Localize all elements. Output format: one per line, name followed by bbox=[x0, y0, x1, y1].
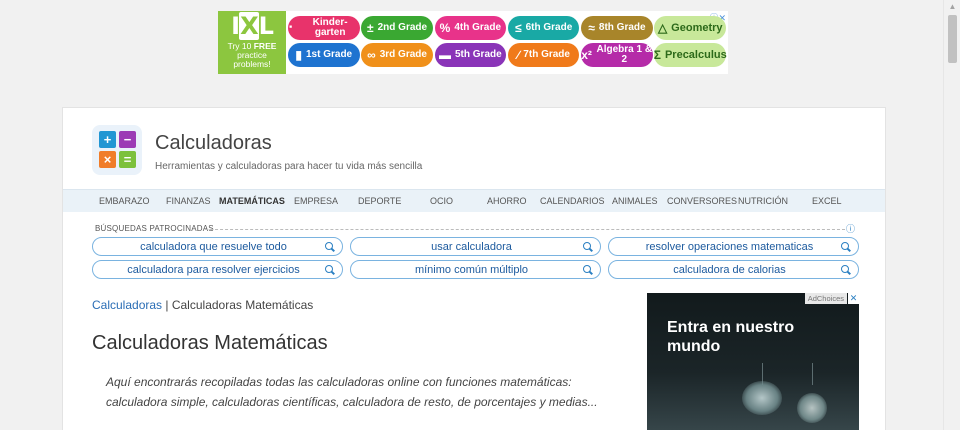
sponsored-search-pill[interactable]: resolver operaciones matematicas bbox=[608, 237, 859, 256]
search-icon bbox=[325, 262, 335, 276]
grade-label: 7th Grade bbox=[523, 49, 570, 60]
ixl-tagline: Try 10 FREE practice problems! bbox=[227, 41, 277, 69]
nav-item-2[interactable]: FINANZAS bbox=[166, 190, 211, 212]
nav-item-11[interactable]: NUTRICIÓN bbox=[738, 190, 788, 212]
nav-item-5[interactable]: DEPORTE bbox=[358, 190, 401, 212]
grade-icon: △ bbox=[657, 21, 668, 35]
breadcrumb-root-link[interactable]: Calculadoras bbox=[92, 298, 162, 312]
grade-label: 2nd Grade bbox=[377, 22, 428, 33]
grade-button[interactable]: Σ Precalculus bbox=[653, 43, 727, 67]
search-pill-label: mínimo común múltiplo bbox=[414, 263, 529, 276]
main-nav: EMBARAZO FINANZAS MATEMÁTICAS EMPRESA DEPORT… bbox=[63, 189, 885, 212]
ixl-logo: IXL bbox=[231, 12, 274, 40]
breadcrumb: Calculadoras | Calculadoras Matemáticas bbox=[92, 298, 313, 312]
search-icon bbox=[841, 262, 851, 276]
sponsored-divider bbox=[205, 229, 845, 230]
grade-button[interactable]: ≈8th Grade bbox=[581, 16, 653, 40]
logo-tile-4: = bbox=[119, 151, 136, 168]
grade-icon: ± bbox=[367, 21, 374, 35]
sponsored-searches-label: BÚSQUEDAS PATROCINADAS bbox=[95, 224, 214, 233]
nav-item-8[interactable]: CALENDARIOS bbox=[540, 190, 605, 212]
breadcrumb-current: Calculadoras Matemáticas bbox=[171, 298, 314, 312]
grade-label: Precalculus bbox=[664, 49, 727, 61]
grade-button-grid: ⠂ Kinder- garten ±2nd Grade% 4th Grade ≤6th … bbox=[288, 16, 728, 67]
grade-button[interactable]: △ Geometry bbox=[654, 16, 726, 40]
top-banner-ad[interactable]: IXL Try 10 FREE practice problems! ⓘ✕ ⠂K… bbox=[218, 11, 728, 74]
ixl-ad-brand[interactable]: IXL Try 10 FREE practice problems! bbox=[218, 11, 286, 74]
sponsored-search-pill[interactable]: calculadora de calorias bbox=[608, 260, 859, 279]
nav-item-3[interactable]: MATEMÁTICAS bbox=[219, 190, 285, 212]
sponsored-search-pill[interactable]: calculadora para resolver ejercicios bbox=[92, 260, 343, 279]
search-pill-label: calculadora que resuelve todo bbox=[140, 240, 287, 253]
search-icon bbox=[841, 239, 851, 253]
nav-item-4[interactable]: EMPRESA bbox=[294, 190, 338, 212]
grade-icon: ≈ bbox=[588, 21, 595, 35]
grade-button[interactable]: ∕ 7th Grade bbox=[507, 43, 580, 67]
search-icon bbox=[583, 239, 593, 253]
sponsored-search-pill[interactable]: mínimo común múltiplo bbox=[350, 260, 601, 279]
site-tagline: Herramientas y calculadoras para hacer t… bbox=[155, 161, 423, 172]
breadcrumb-separator: | bbox=[162, 298, 172, 312]
sponsored-search-pill[interactable]: calculadora que resuelve todo bbox=[92, 237, 343, 256]
sponsored-search-pill[interactable]: usar calculadora bbox=[350, 237, 601, 256]
logo-tile-1: + bbox=[99, 131, 116, 148]
grade-icon: ∞ bbox=[367, 48, 376, 62]
ad-headline: Entra en nuestro mundo bbox=[667, 319, 795, 355]
grade-label: Geometry bbox=[671, 22, 723, 34]
main-content-card: + − × = Calculadoras Herramientas y calcula… bbox=[62, 107, 886, 430]
scroll-up-arrow-icon[interactable]: ▲ bbox=[944, 0, 960, 14]
grade-icon: ▬ bbox=[439, 48, 451, 62]
adchoices-badge[interactable]: AdChoices bbox=[804, 293, 847, 304]
grade-button[interactable]: x² Algebra 1 & 2 bbox=[581, 43, 653, 67]
grade-icon: ▮ bbox=[295, 48, 302, 62]
logo-tile-2: − bbox=[119, 131, 136, 148]
grade-icon: Σ bbox=[653, 48, 661, 62]
info-icon[interactable]: ⓘ bbox=[846, 222, 855, 235]
search-icon bbox=[325, 239, 335, 253]
search-pill-label: calculadora de calorias bbox=[673, 263, 786, 276]
lamp-image bbox=[742, 381, 782, 415]
grade-icon: ∕ bbox=[517, 48, 520, 62]
page-intro-text: Aquí encontrarás recopiladas todas las c… bbox=[106, 375, 598, 409]
nav-item-12[interactable]: EXCEL bbox=[812, 190, 842, 212]
search-pill-label: usar calculadora bbox=[431, 240, 512, 253]
grade-label: Algebra 1 & 2 bbox=[596, 44, 653, 65]
grade-icon: ≤ bbox=[515, 21, 522, 35]
nav-item-9[interactable]: ANIMALES bbox=[612, 190, 658, 212]
grade-button[interactable]: % 4th Grade bbox=[434, 16, 507, 40]
grade-button[interactable]: ▬ 5th Grade bbox=[434, 43, 507, 67]
search-pill-label: calculadora para resolver ejercicios bbox=[127, 263, 300, 276]
lamp-image bbox=[797, 393, 827, 423]
side-display-ad[interactable]: Entra en nuestro mundo AdChoices ✕ bbox=[647, 293, 859, 430]
grade-label: Kinder- garten bbox=[312, 17, 348, 38]
site-title[interactable]: Calculadoras bbox=[155, 132, 272, 155]
site-logo-icon[interactable]: + − × = bbox=[92, 125, 142, 175]
ad-close-icon[interactable]: ✕ bbox=[848, 293, 859, 304]
nav-item-7[interactable]: AHORRO bbox=[487, 190, 527, 212]
grade-button[interactable]: ∞ 3rd Grade bbox=[361, 43, 433, 67]
grade-label: 1st Grade bbox=[305, 49, 353, 60]
grade-label: 8th Grade bbox=[598, 22, 646, 33]
lamp-cord-decoration bbox=[812, 363, 813, 385]
grade-icon: % bbox=[439, 21, 451, 35]
page-title: Calculadoras Matemáticas bbox=[92, 332, 328, 354]
grade-button[interactable]: ▮ 1st Grade bbox=[288, 43, 360, 67]
grade-label: 4th Grade bbox=[454, 22, 502, 33]
nav-item-6[interactable]: OCIO bbox=[430, 190, 453, 212]
grade-label: 5th Grade bbox=[455, 49, 502, 60]
grade-button[interactable]: ⠂ Kinder- garten bbox=[288, 16, 360, 40]
grade-label: 6th Grade bbox=[525, 22, 573, 33]
grade-button[interactable]: ±2nd Grade bbox=[361, 16, 433, 40]
grade-label: 3rd Grade bbox=[379, 49, 427, 60]
grade-button[interactable]: ≤6th Grade bbox=[507, 16, 580, 40]
nav-item-1[interactable]: EMBARAZO bbox=[99, 190, 150, 212]
scrollbar-thumb[interactable] bbox=[948, 15, 957, 63]
vertical-scrollbar[interactable]: ▲ bbox=[943, 0, 960, 430]
grade-icon: x² bbox=[581, 48, 592, 62]
logo-tile-3: × bbox=[99, 151, 116, 168]
search-pill-label: resolver operaciones matematicas bbox=[645, 240, 814, 253]
grade-icon: ⠂ bbox=[288, 21, 297, 35]
nav-item-10[interactable]: CONVERSORES bbox=[667, 190, 737, 212]
search-icon bbox=[583, 262, 593, 276]
